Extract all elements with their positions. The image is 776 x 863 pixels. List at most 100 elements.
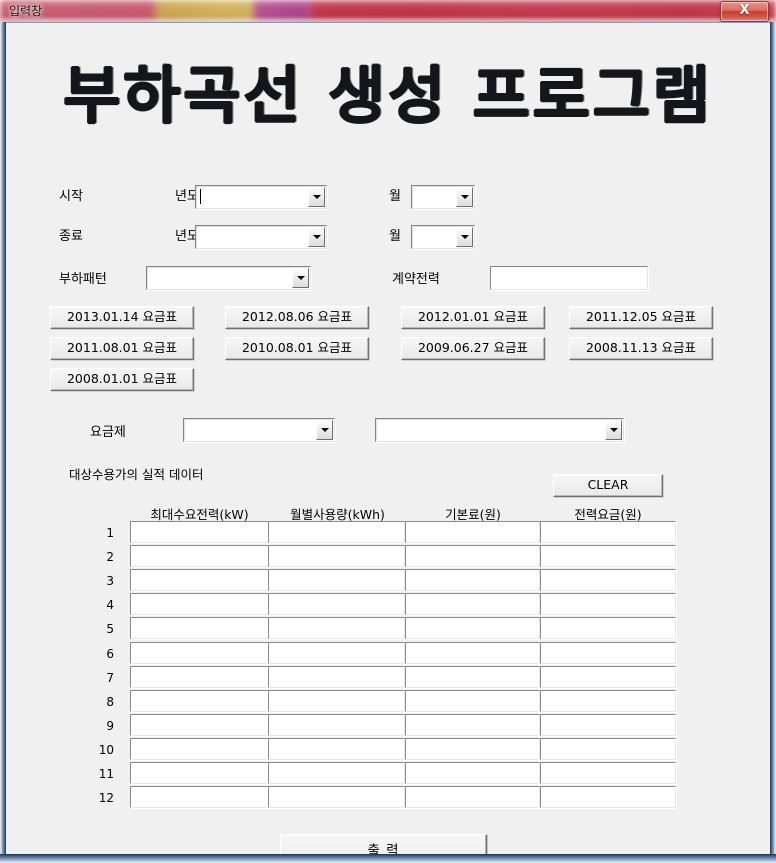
row-number-6: 6 [106, 647, 114, 661]
application-window: 입력창 X 부하곡선 생성 프로그램 시작 년도 월 종료 년도 월 부하패턴 … [0, 0, 776, 863]
window-title: 입력창 [9, 4, 43, 18]
grid-cell-r5-c1[interactable] [130, 617, 270, 639]
tariff-button-3[interactable]: 2011.12.05 요금표 [569, 306, 713, 329]
tariff-button-4[interactable]: 2011.08.01 요금표 [50, 337, 194, 360]
grid-cell-r11-c2[interactable] [268, 762, 405, 784]
grid-cell-r6-c3[interactable] [405, 642, 540, 664]
tariff-button-5[interactable]: 2010.08.01 요금표 [225, 337, 369, 360]
grid-cell-r3-c3[interactable] [405, 569, 540, 591]
tariff-button-6[interactable]: 2009.06.27 요금표 [401, 337, 545, 360]
row-number-3: 3 [106, 574, 114, 588]
grid-cell-r10-c4[interactable] [540, 738, 676, 760]
grid-cell-r1-c3[interactable] [405, 521, 540, 543]
grid-cell-r2-c2[interactable] [268, 545, 405, 567]
data-section-title: 대상수용가의 실적 데이터 [69, 467, 204, 482]
chevron-down-icon[interactable] [308, 227, 325, 247]
chevron-down-icon[interactable] [456, 187, 473, 207]
tariff-button-8[interactable]: 2008.01.01 요금표 [50, 368, 194, 391]
grid-cell-r3-c2[interactable] [268, 569, 405, 591]
grid-cell-r12-c3[interactable] [405, 786, 540, 808]
row-number-4: 4 [106, 598, 114, 612]
row-number-7: 7 [106, 671, 114, 685]
grid-cell-r8-c1[interactable] [130, 690, 270, 712]
grid-cell-r10-c3[interactable] [405, 738, 540, 760]
grid-cell-r9-c1[interactable] [130, 714, 270, 736]
load-pattern-combo[interactable] [146, 266, 311, 290]
grid-cell-r8-c3[interactable] [405, 690, 540, 712]
grid-cell-r3-c4[interactable] [540, 569, 676, 591]
rate-plan-label: 요금제 [90, 425, 126, 440]
chevron-down-icon[interactable] [316, 420, 333, 440]
start-label: 시작 [59, 189, 83, 204]
grid-cell-r7-c1[interactable] [130, 666, 270, 688]
grid-cell-r5-c4[interactable] [540, 617, 676, 639]
grid-cell-r8-c2[interactable] [268, 690, 405, 712]
end-year-combo[interactable] [195, 225, 327, 249]
tariff-button-2[interactable]: 2012.01.01 요금표 [401, 306, 545, 329]
close-icon: X [739, 3, 750, 18]
grid-cell-r4-c2[interactable] [268, 593, 405, 615]
load-pattern-label: 부하패턴 [59, 272, 107, 287]
grid-cell-r10-c1[interactable] [130, 738, 270, 760]
row-number-9: 9 [106, 719, 114, 733]
row-number-2: 2 [106, 550, 114, 564]
row-number-12: 12 [98, 791, 114, 805]
grid-cell-r9-c4[interactable] [540, 714, 676, 736]
rate-plan-combo[interactable] [183, 418, 335, 442]
grid-cell-r5-c2[interactable] [268, 617, 405, 639]
grid-cell-r7-c3[interactable] [405, 666, 540, 688]
grid-cell-r1-c1[interactable] [130, 521, 270, 543]
grid-cell-r9-c2[interactable] [268, 714, 405, 736]
print-button[interactable]: 출 력 [280, 834, 487, 854]
grid-cell-r8-c4[interactable] [540, 690, 676, 712]
grid-cell-r1-c2[interactable] [268, 521, 405, 543]
grid-cell-r4-c1[interactable] [130, 593, 270, 615]
grid-cell-r12-c2[interactable] [268, 786, 405, 808]
grid-cell-r7-c4[interactable] [540, 666, 676, 688]
chevron-down-icon[interactable] [308, 187, 325, 207]
grid-cell-r1-c4[interactable] [540, 521, 676, 543]
chevron-down-icon[interactable] [292, 268, 309, 288]
grid-cell-r11-c3[interactable] [405, 762, 540, 784]
grid-cell-r5-c3[interactable] [405, 617, 540, 639]
row-number-10: 10 [98, 743, 114, 757]
row-number-11: 11 [98, 767, 114, 781]
tariff-button-0[interactable]: 2013.01.14 요금표 [50, 306, 194, 329]
window-border-right [770, 22, 776, 863]
text-caret [200, 189, 201, 204]
grid-cell-r7-c2[interactable] [268, 666, 405, 688]
client-area: 부하곡선 생성 프로그램 시작 년도 월 종료 년도 월 부하패턴 계약전력 2… [6, 22, 770, 854]
grid-cell-r10-c2[interactable] [268, 738, 405, 760]
start-year-combo[interactable] [195, 185, 327, 209]
chevron-down-icon[interactable] [605, 420, 622, 440]
contract-power-label: 계약전력 [392, 272, 440, 287]
grid-cell-r2-c3[interactable] [405, 545, 540, 567]
end-month-combo[interactable] [411, 225, 475, 249]
grid-cell-r6-c2[interactable] [268, 642, 405, 664]
title-bar: 입력창 X [0, 0, 776, 22]
close-button[interactable]: X [720, 1, 769, 22]
grid-cell-r9-c3[interactable] [405, 714, 540, 736]
window-border-bottom [0, 854, 776, 863]
tariff-button-1[interactable]: 2012.08.06 요금표 [225, 306, 369, 329]
clear-button[interactable]: CLEAR [553, 474, 663, 497]
grid-cell-r6-c4[interactable] [540, 642, 676, 664]
grid-cell-r2-c1[interactable] [130, 545, 270, 567]
grid-cell-r6-c1[interactable] [130, 642, 270, 664]
start-month-combo[interactable] [411, 185, 475, 209]
grid-cell-r2-c4[interactable] [540, 545, 676, 567]
grid-cell-r11-c4[interactable] [540, 762, 676, 784]
rate-plan-detail-combo[interactable] [375, 418, 624, 442]
grid-cell-r12-c4[interactable] [540, 786, 676, 808]
grid-cell-r4-c3[interactable] [405, 593, 540, 615]
row-number-1: 1 [106, 526, 114, 540]
grid-cell-r3-c1[interactable] [130, 569, 270, 591]
row-number-8: 8 [106, 695, 114, 709]
chevron-down-icon[interactable] [456, 227, 473, 247]
grid-cell-r12-c1[interactable] [130, 786, 270, 808]
grid-cell-r4-c4[interactable] [540, 593, 676, 615]
tariff-button-7[interactable]: 2008.11.13 요금표 [569, 337, 713, 360]
page-title: 부하곡선 생성 프로그램 [63, 59, 713, 132]
grid-cell-r11-c1[interactable] [130, 762, 270, 784]
contract-power-input[interactable] [490, 266, 648, 290]
